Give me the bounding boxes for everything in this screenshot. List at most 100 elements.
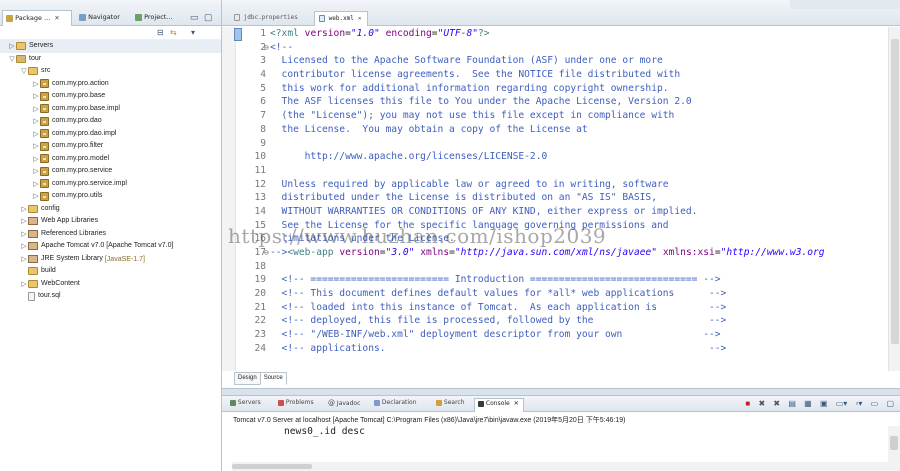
tab-source[interactable]: Source (259, 372, 287, 385)
collapse-arrow-icon[interactable]: ▷ (20, 241, 28, 254)
code-line[interactable]: 12 Unless required by applicable law or … (246, 178, 891, 192)
tab-design[interactable]: Design (234, 372, 261, 385)
tab-javadoc[interactable]: @ Javadoc (328, 399, 360, 407)
collapse-arrow-icon[interactable]: ▷ (32, 141, 40, 154)
code-line[interactable]: 20 <!-- This document defines default va… (246, 287, 891, 301)
tab-package-explorer[interactable]: Package ... ✕ (2, 10, 72, 26)
tab-navigator[interactable]: Navigator (76, 10, 124, 26)
scroll-lock-icon[interactable]: ▦ (804, 399, 812, 408)
tree-item[interactable]: ▷ Referenced Libraries (0, 228, 221, 241)
tree-item[interactable]: ▷ com.my.pro.model (0, 153, 221, 166)
code-line[interactable]: 1 <?xml version="1.0" encoding="UTF-8"?> (246, 27, 891, 41)
tab-search[interactable]: Search (436, 399, 465, 406)
code-line[interactable]: 17⊖--><web-app version="3.0" xmlns="http… (246, 246, 891, 260)
tree-item[interactable]: ▷ com.my.pro.service.impl (0, 178, 221, 191)
maximize-icon[interactable]: ▢ (886, 399, 894, 408)
tree-item[interactable]: ▷ com.my.pro.base (0, 90, 221, 103)
pin-console-icon[interactable]: ▣ (820, 399, 828, 408)
close-icon[interactable]: ✕ (514, 400, 519, 407)
tree-item[interactable]: ▷ com.my.pro.utils (0, 190, 221, 203)
tree-item[interactable]: ▷ Web App Libraries (0, 215, 221, 228)
collapse-arrow-icon[interactable]: ▷ (32, 116, 40, 129)
code-text: contributor license agreements. See the … (270, 69, 681, 81)
code-line[interactable]: 13 distributed under the License is dist… (246, 191, 891, 205)
tab-servers[interactable]: Servers (230, 399, 261, 406)
scrollbar-thumb[interactable] (232, 464, 312, 469)
tab-console[interactable]: Console ✕ (474, 398, 524, 412)
line-number: 13 (254, 192, 266, 204)
code-line[interactable]: 10 http://www.apache.org/licenses/LICENS… (246, 150, 891, 164)
clear-console-icon[interactable]: ▤ (788, 399, 796, 408)
code-text: <!-- loaded into this instance of Tomcat… (270, 301, 727, 313)
tree-item[interactable]: ▷ config (0, 203, 221, 216)
tree-item[interactable]: ▽ src (0, 65, 221, 78)
console-panel: Servers Problems @ Javadoc Declaration S… (222, 395, 900, 471)
line-number: 1 (260, 28, 266, 39)
expand-arrow-icon[interactable]: ▽ (20, 66, 28, 79)
tree-item[interactable]: ▷ com.my.pro.service (0, 165, 221, 178)
code-line[interactable]: 23 <!-- "/WEB-INF/web.xml" deployment de… (246, 328, 891, 342)
console-horizontal-scrollbar[interactable] (232, 462, 888, 471)
minimize-icon[interactable]: ▭ (871, 399, 879, 408)
code-line[interactable]: 16 limitations under the License. (246, 232, 891, 246)
scrollbar-thumb[interactable] (890, 436, 898, 450)
tab-jdbc-properties[interactable]: jdbc.properties (230, 11, 303, 26)
tab-project-explorer[interactable]: Project... (132, 10, 177, 26)
expand-arrow-icon[interactable]: ▽ (8, 54, 16, 67)
tab-problems[interactable]: Problems (278, 399, 314, 406)
view-menu-icon[interactable]: ▾ (191, 28, 195, 37)
code-line[interactable]: 7 (the "License"); you may not use this … (246, 109, 891, 123)
tree-item[interactable]: ▷ com.my.pro.dao.impl (0, 128, 221, 141)
code-view[interactable]: 1 <?xml version="1.0" encoding="UTF-8"?> 2… (246, 27, 891, 371)
tree-item[interactable]: ▷ Apache Tomcat v7.0 [Apache Tomcat v7.0] (0, 240, 221, 253)
tree-item[interactable]: ▷ JRE System Library [JavaSE-1.7] (0, 253, 221, 266)
code-line[interactable]: 15 See the License for the specific lang… (246, 219, 891, 233)
code-line[interactable]: 24 <!-- applications. --> (246, 342, 891, 356)
tree-item[interactable]: ▷ com.my.pro.action (0, 78, 221, 91)
remove-launch-icon[interactable]: ✖ (758, 399, 765, 408)
console-vertical-scrollbar[interactable] (888, 426, 900, 471)
code-line[interactable]: 9 (246, 137, 891, 151)
collapse-arrow-icon[interactable]: ▷ (32, 91, 40, 104)
close-icon[interactable]: ✕ (54, 14, 59, 22)
code-line[interactable]: 21 <!-- loaded into this instance of Tom… (246, 301, 891, 315)
scrollbar-thumb[interactable] (891, 39, 899, 344)
code-line[interactable]: 2⊖<!-- (246, 41, 891, 55)
tree-item[interactable]: tour.sql (0, 290, 221, 303)
tree-item[interactable]: ▷ WebContent (0, 278, 221, 291)
close-icon[interactable]: ✕ (358, 15, 362, 22)
collapse-all-icon[interactable]: ⊟ (157, 28, 164, 37)
code-line[interactable]: 11 (246, 164, 891, 178)
collapse-arrow-icon[interactable]: ▷ (8, 41, 16, 54)
open-console-icon[interactable]: ▫▾ (856, 399, 863, 408)
remove-all-icon[interactable]: ✖ (773, 399, 780, 408)
code-line[interactable]: 6 The ASF licenses this file to You unde… (246, 95, 891, 109)
tab-declaration[interactable]: Declaration (374, 399, 417, 406)
display-console-icon[interactable]: ▭▾ (836, 399, 848, 408)
tree-item[interactable]: ▷ com.my.pro.dao (0, 115, 221, 128)
tree-item[interactable]: ▽ tour (0, 53, 221, 66)
console-output[interactable]: news0_.id desc (284, 426, 365, 437)
collapse-arrow-icon[interactable]: ▷ (32, 166, 40, 179)
code-line[interactable]: 8 the License. You may obtain a copy of … (246, 123, 891, 137)
tree-item-decoration: [JavaSE-1.7] (104, 255, 145, 263)
link-with-editor-icon[interactable]: ⇆ (170, 28, 177, 37)
terminate-icon[interactable]: ■ (745, 399, 750, 408)
code-line[interactable]: 18 (246, 260, 891, 274)
tree-item[interactable]: ▷ com.my.pro.filter (0, 140, 221, 153)
minimize-icon[interactable]: ▭ (190, 12, 199, 23)
code-line[interactable]: 22 <!-- deployed, this file is processed… (246, 314, 891, 328)
collapse-arrow-icon[interactable]: ▷ (32, 191, 40, 204)
editor-vertical-scrollbar[interactable] (888, 27, 900, 371)
tab-web-xml[interactable]: web.xml ✕ (314, 11, 368, 26)
code-line[interactable]: 4 contributor license agreements. See th… (246, 68, 891, 82)
tree-item[interactable]: ▷ Servers (0, 40, 221, 53)
code-line[interactable]: 14 WITHOUT WARRANTIES OR CONDITIONS OF A… (246, 205, 891, 219)
tree-item[interactable]: build (0, 265, 221, 278)
tree-item[interactable]: ▷ com.my.pro.base.impl (0, 103, 221, 116)
maximize-icon[interactable]: ▢ (204, 12, 213, 23)
code-line[interactable]: 3 Licensed to the Apache Software Founda… (246, 54, 891, 68)
code-line[interactable]: 19 <!-- ======================== Introdu… (246, 273, 891, 287)
code-line[interactable]: 5 this work for additional information r… (246, 82, 891, 96)
collapse-arrow-icon[interactable]: ▷ (20, 216, 28, 229)
